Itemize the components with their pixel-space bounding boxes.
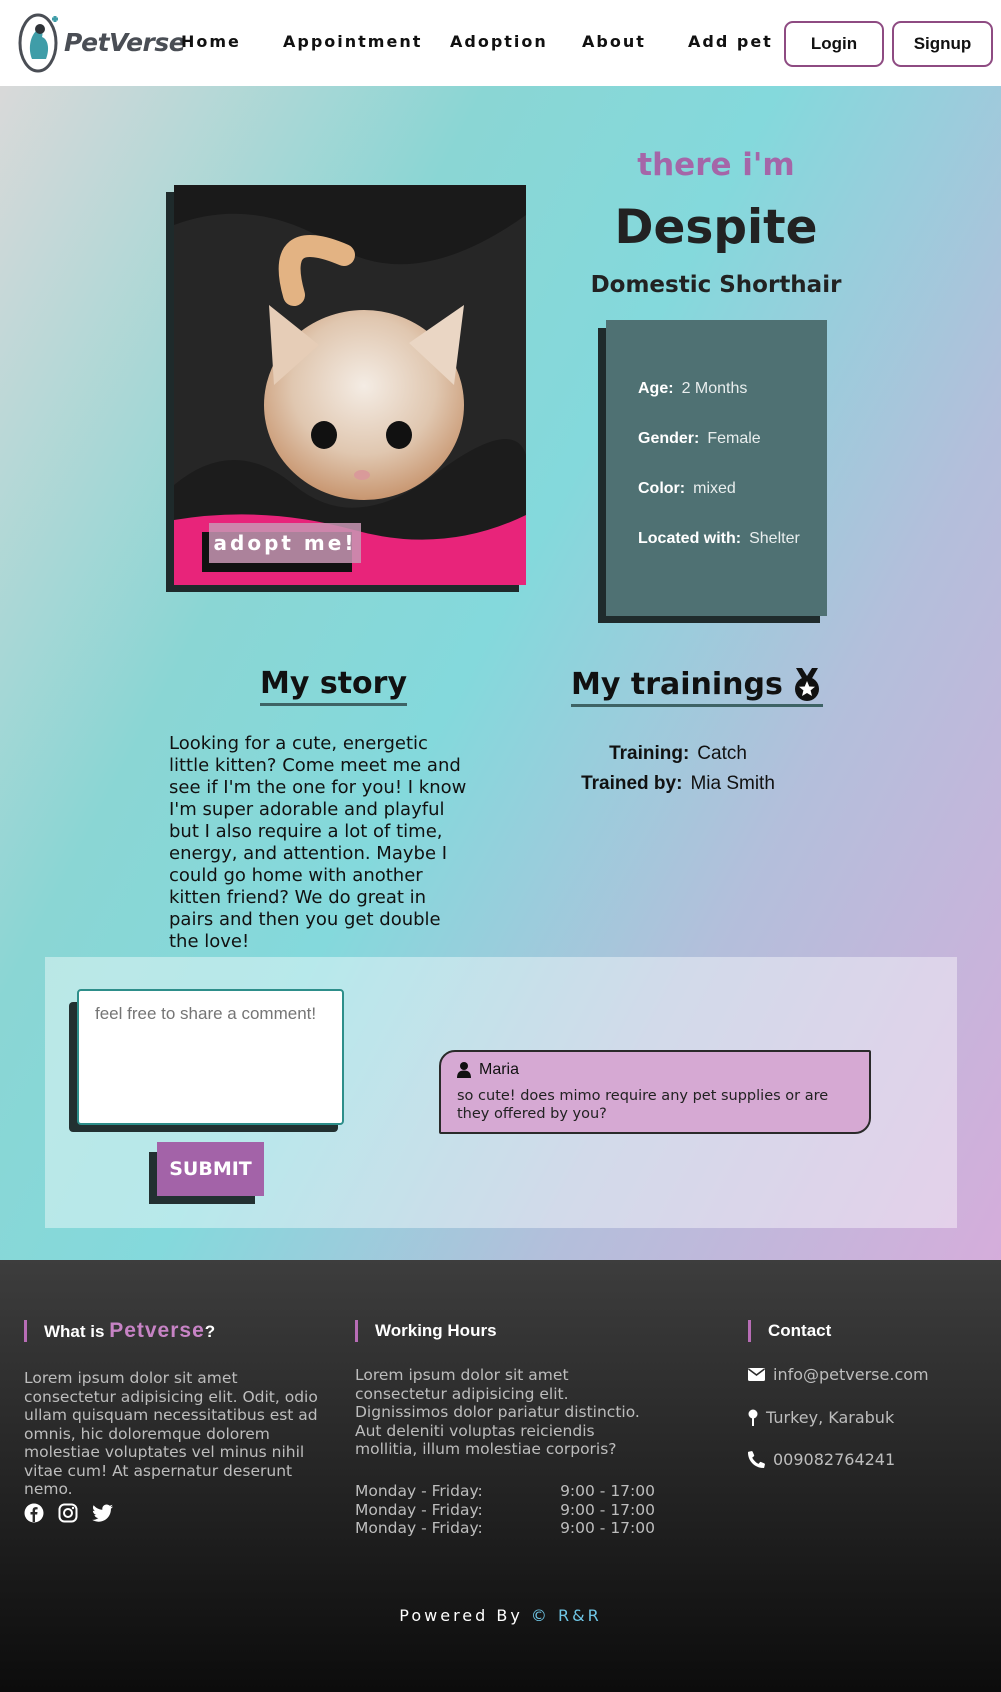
training-label: Training:: [609, 743, 690, 764]
footer-about-text: Lorem ipsum dolor sit amet consectetur a…: [24, 1369, 318, 1498]
nav-link-about[interactable]: About: [582, 32, 646, 51]
greeting: there i'm: [637, 147, 795, 183]
hours-row: Monday - Friday: 9:00 - 17:00: [355, 1519, 655, 1538]
powered-by-brand[interactable]: © R&R: [531, 1606, 602, 1625]
about-heading-prefix: What is: [44, 1322, 105, 1341]
hours-time: 9:00 - 17:00: [560, 1482, 655, 1500]
login-button[interactable]: Login: [784, 21, 884, 67]
hours-row: Monday - Friday: 9:00 - 17:00: [355, 1482, 655, 1501]
contact-phone[interactable]: 009082764241: [748, 1450, 895, 1469]
comment-input[interactable]: [77, 989, 344, 1125]
contact-email[interactable]: info@petverse.com: [748, 1365, 929, 1384]
trainer-row: Trained by: Mia Smith: [555, 773, 801, 795]
twitter-icon[interactable]: [92, 1503, 114, 1523]
training-row: Training: Catch: [555, 743, 801, 765]
info-row-color: Color: mixed: [638, 480, 827, 530]
hours-days: Monday - Friday:: [355, 1519, 483, 1537]
comment-card: Maria so cute! does mimo require any pet…: [439, 1050, 871, 1134]
trainer-value: Mia Smith: [690, 773, 775, 794]
powered-by-label: Powered By: [399, 1606, 523, 1625]
contact-phone-text: 009082764241: [773, 1450, 896, 1469]
info-value: 2 Months: [681, 380, 748, 397]
nav-link-home[interactable]: Home: [181, 32, 241, 51]
footer: What is Petverse? Lorem ipsum dolor sit …: [0, 1260, 1001, 1692]
footer-hours-heading: Working Hours: [355, 1320, 497, 1342]
map-pin-icon: [748, 1409, 758, 1426]
petverse-logo-icon: [18, 9, 62, 75]
info-row-location: Located with: Shelter: [638, 530, 827, 580]
submit-button[interactable]: SUBMIT: [157, 1142, 264, 1196]
comment-author: Maria: [457, 1059, 853, 1081]
about-heading-suffix: ?: [204, 1322, 216, 1341]
story-text: Looking for a cute, energetic little kit…: [169, 733, 467, 952]
hours-days: Monday - Friday:: [355, 1500, 483, 1519]
info-label: Color:: [638, 480, 686, 497]
story-heading: My story: [260, 666, 408, 706]
brand-name: PetVerse: [64, 27, 186, 57]
about-heading-brand: Petverse: [109, 1319, 205, 1342]
logo[interactable]: PetVerse: [18, 8, 186, 76]
nav-link-appointment[interactable]: Appointment: [283, 32, 422, 51]
pet-name: Despite: [614, 200, 818, 255]
comment-author-name: Maria: [479, 1061, 520, 1078]
social-links: [24, 1503, 114, 1523]
comment-text: so cute! does mimo require any pet suppl…: [457, 1088, 829, 1122]
info-value: Female: [707, 430, 761, 447]
training-value: Catch: [697, 743, 747, 764]
medal-icon: [794, 668, 819, 701]
pet-breed: Domestic Shorthair: [590, 272, 842, 298]
info-label: Gender:: [638, 430, 700, 447]
info-value: Shelter: [749, 530, 800, 547]
instagram-icon[interactable]: [58, 1503, 78, 1523]
navbar: PetVerse Home Appointment Adoption About…: [0, 0, 1001, 86]
pet-info-panel: Age: 2 Months Gender: Female Color: mixed L…: [606, 320, 827, 616]
info-label: Age:: [638, 380, 674, 397]
footer-hours-text: Lorem ipsum dolor sit amet consectetur a…: [355, 1366, 640, 1458]
trainer-label: Trained by:: [581, 773, 683, 794]
user-icon: [457, 1062, 471, 1078]
envelope-icon: [748, 1368, 765, 1381]
footer-contact-heading: Contact: [748, 1320, 831, 1342]
powered-by: Powered By © R&R: [0, 1606, 1001, 1625]
info-value: mixed: [693, 480, 736, 497]
contact-location: Turkey, Karabuk: [748, 1408, 894, 1427]
adopt-me-button[interactable]: adopt me!: [209, 523, 361, 563]
nav-link-add-pet[interactable]: Add pet: [688, 32, 773, 51]
trainings-heading-text: My trainings: [571, 666, 783, 702]
hours-days: Monday - Friday:: [355, 1482, 483, 1500]
contact-email-text: info@petverse.com: [773, 1365, 929, 1384]
phone-icon: [748, 1451, 765, 1468]
nav-link-adoption[interactable]: Adoption: [450, 32, 548, 51]
hours-time: 9:00 - 17:00: [560, 1500, 655, 1519]
facebook-icon[interactable]: [24, 1503, 44, 1523]
info-row-age: Age: 2 Months: [638, 380, 827, 430]
hours-row: Monday - Friday: 9:00 - 17:00: [355, 1501, 655, 1520]
hours-time: 9:00 - 17:00: [560, 1519, 655, 1537]
info-row-gender: Gender: Female: [638, 430, 827, 480]
footer-about-heading: What is Petverse?: [24, 1320, 215, 1342]
signup-button[interactable]: Signup: [892, 21, 993, 67]
trainings-heading: My trainings: [571, 666, 823, 707]
contact-location-text: Turkey, Karabuk: [766, 1408, 895, 1427]
info-label: Located with:: [638, 530, 742, 547]
hours-list: Monday - Friday: 9:00 - 17:00 Monday - Fr…: [355, 1482, 655, 1538]
